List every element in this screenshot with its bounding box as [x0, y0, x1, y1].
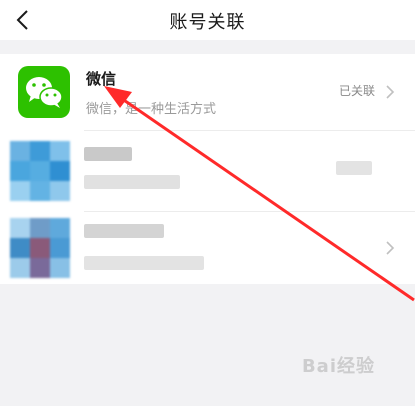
- account-row-blurred[interactable]: [0, 131, 415, 211]
- avatar: [10, 218, 70, 278]
- account-row-wechat[interactable]: 微信 微信，是一种生活方式 已关联: [0, 54, 415, 130]
- account-name: 微信: [86, 70, 117, 88]
- avatar: [10, 141, 70, 201]
- blurred-description: [84, 175, 180, 189]
- chevron-right-icon: [385, 84, 395, 100]
- page-title: 账号关联: [169, 12, 246, 33]
- blurred-status: [336, 161, 372, 175]
- blurred-name: [84, 147, 132, 161]
- wechat-icon: [18, 66, 70, 118]
- nav-bar: 账号关联: [0, 0, 415, 40]
- account-list: 微信 微信，是一种生活方式 已关联: [0, 54, 415, 284]
- account-row-blurred[interactable]: [0, 212, 415, 284]
- blurred-description: [84, 256, 204, 270]
- watermark-logo: Bai经验: [301, 356, 375, 377]
- blurred-name: [84, 224, 164, 238]
- chevron-right-icon: [385, 240, 395, 256]
- link-status: 已关联: [338, 84, 375, 98]
- account-description: 微信，是一种生活方式: [86, 102, 217, 117]
